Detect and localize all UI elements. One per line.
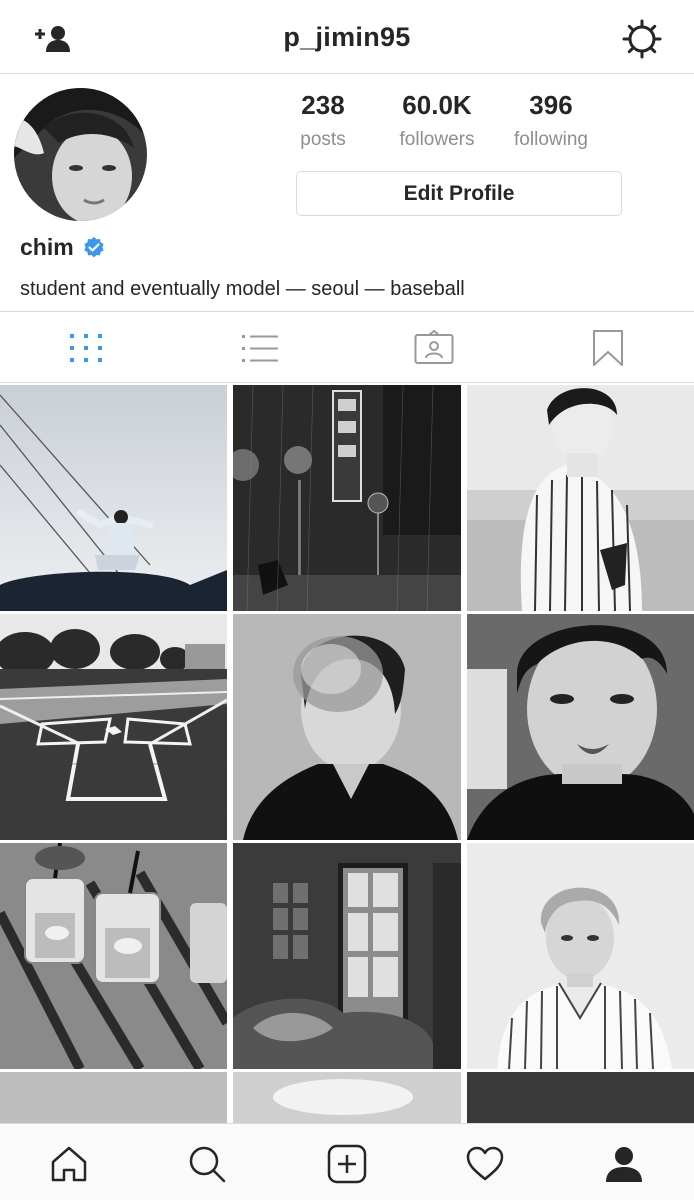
post-tile[interactable] (467, 385, 694, 611)
post-tile[interactable] (233, 385, 461, 611)
post-image (233, 614, 461, 840)
verified-badge-icon (84, 236, 104, 257)
search-icon[interactable] (187, 1144, 227, 1184)
settings-gear-icon[interactable] (622, 19, 662, 59)
post-tile[interactable] (467, 843, 694, 1069)
post-tile[interactable] (233, 843, 461, 1069)
profile-bio: student and eventually model — seoul — b… (20, 278, 465, 300)
profile-avatar[interactable] (14, 88, 147, 221)
posts-count: 238 (301, 90, 345, 120)
username-title: p_jimin95 (283, 22, 411, 52)
followers-label: followers (399, 129, 475, 150)
post-image (467, 614, 694, 840)
posts-label: posts (300, 129, 346, 150)
post-tile[interactable] (233, 1072, 461, 1123)
following-stat[interactable]: 396 following (491, 90, 611, 151)
post-tile[interactable] (0, 614, 227, 840)
followers-stat[interactable]: 60.0K followers (377, 90, 497, 151)
following-label: following (514, 129, 588, 150)
activity-heart-icon[interactable] (465, 1144, 505, 1184)
home-icon[interactable] (49, 1144, 89, 1184)
posts-stat[interactable]: 238 posts (263, 90, 383, 151)
post-tile[interactable] (0, 385, 227, 611)
tagged-icon[interactable] (414, 330, 454, 366)
grid-icon[interactable] (66, 330, 106, 366)
post-image (0, 385, 227, 611)
top-bar: p_jimin95 (0, 0, 694, 74)
post-image (467, 843, 694, 1069)
post-image (0, 843, 227, 1069)
saved-bookmark-icon[interactable] (588, 330, 628, 366)
edit-profile-button[interactable]: Edit Profile (296, 171, 622, 216)
post-image (467, 385, 694, 611)
post-image (467, 1072, 694, 1123)
display-name: chim (20, 234, 74, 260)
profile-tabs (0, 311, 694, 383)
bottom-navigation (0, 1123, 694, 1200)
post-tile[interactable] (0, 843, 227, 1069)
post-image (233, 1072, 461, 1123)
post-image (233, 385, 461, 611)
post-image (0, 614, 227, 840)
post-tile[interactable] (467, 1072, 694, 1123)
new-post-icon[interactable] (327, 1144, 367, 1184)
profile-icon[interactable] (604, 1144, 644, 1184)
following-count: 396 (529, 90, 573, 120)
post-tile[interactable] (233, 614, 461, 840)
list-icon[interactable] (240, 330, 280, 366)
post-tile[interactable] (0, 1072, 227, 1123)
post-tile[interactable] (467, 614, 694, 840)
post-image (233, 843, 461, 1069)
post-image (0, 1072, 227, 1123)
name-row: chim (20, 234, 106, 261)
followers-count: 60.0K (402, 90, 472, 120)
